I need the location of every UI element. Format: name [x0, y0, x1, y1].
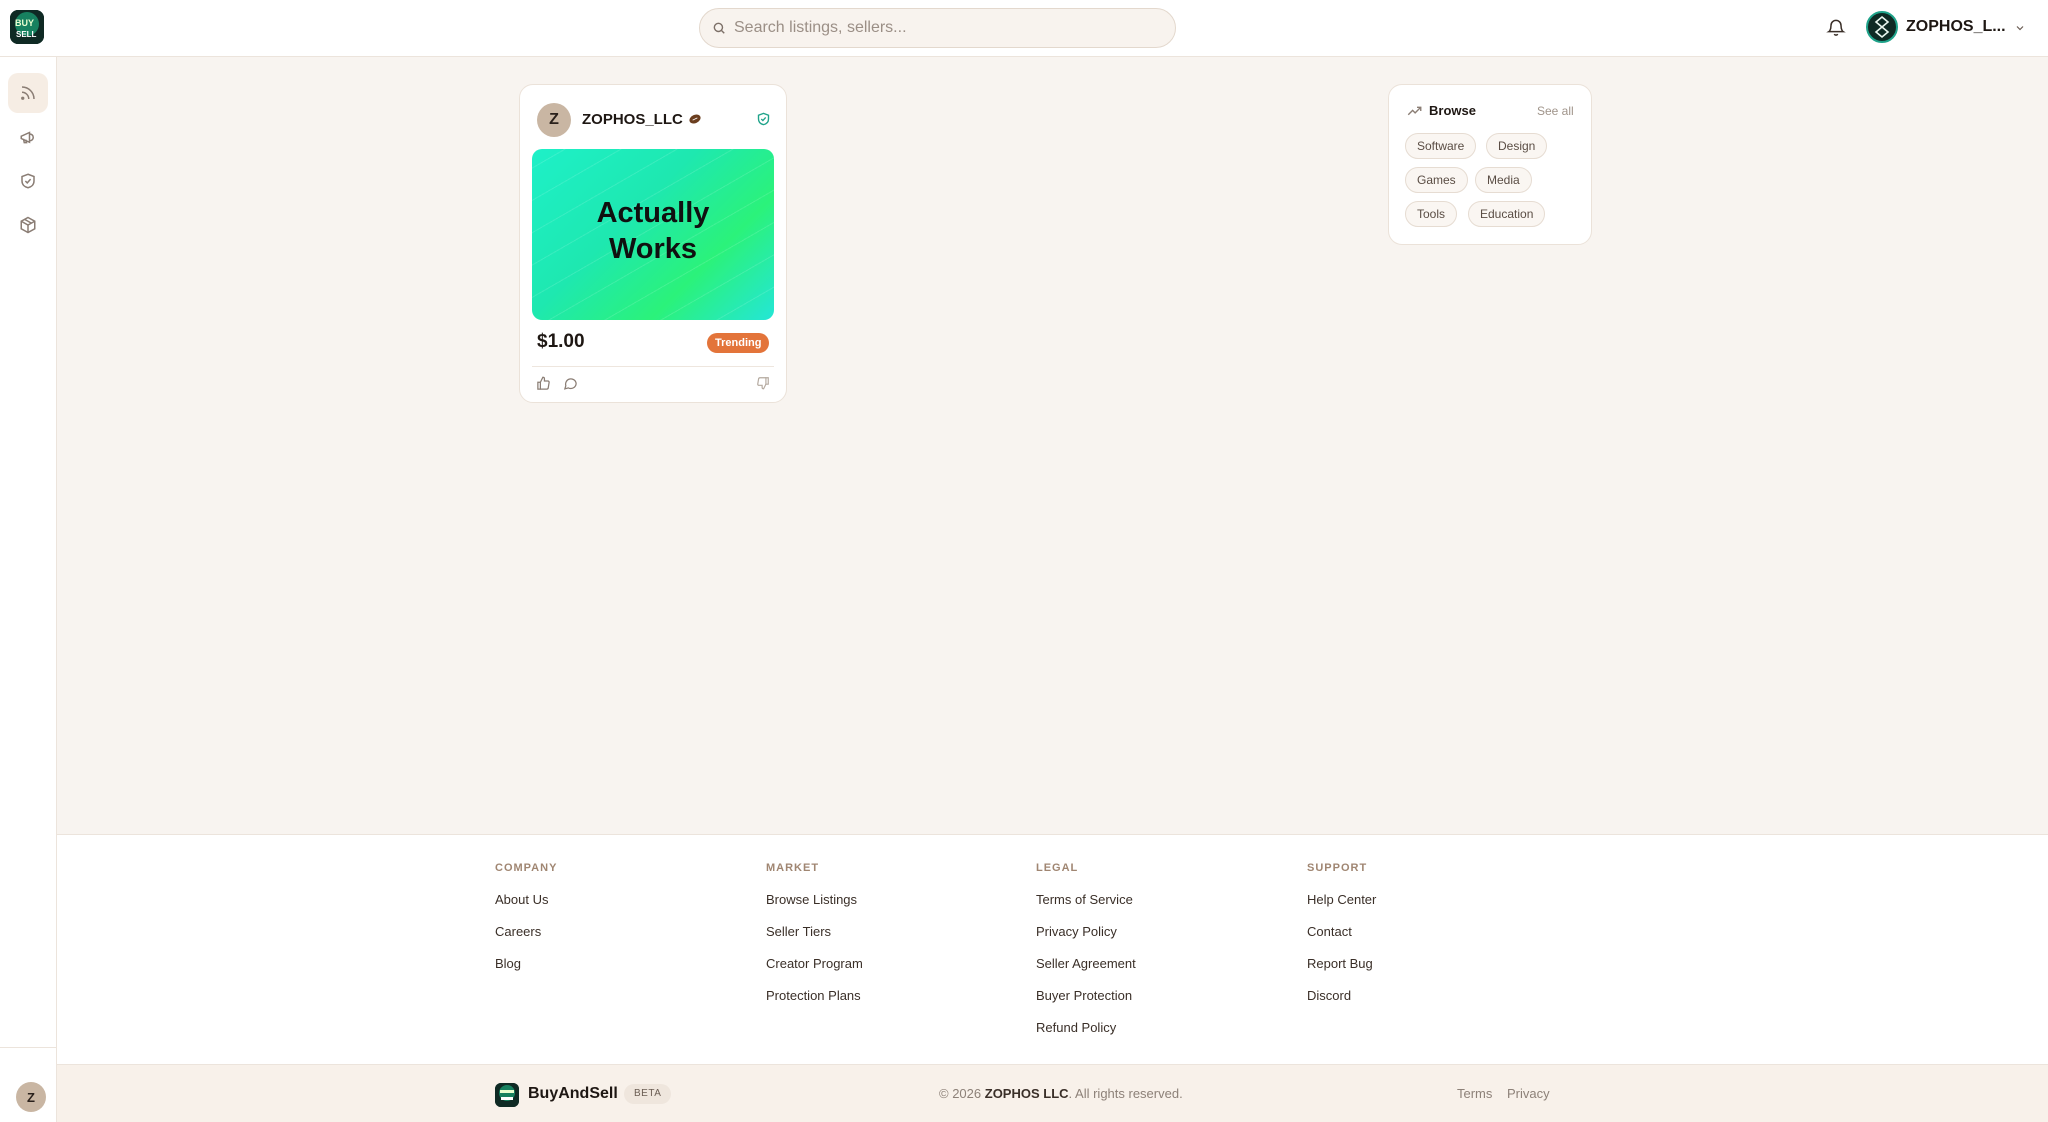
- sidebar: Z: [0, 57, 57, 1122]
- thumbnail-text: Actually Works: [596, 197, 710, 265]
- user-name[interactable]: ZOPHOS_L...: [1906, 18, 2006, 36]
- sidebar-avatar[interactable]: Z: [16, 1082, 46, 1112]
- trending-badge: Trending: [707, 333, 770, 353]
- footer-link-refund-policy[interactable]: Refund Policy: [1036, 1020, 1136, 1052]
- footer-link-careers[interactable]: Careers: [495, 924, 557, 956]
- package-icon: [20, 216, 36, 234]
- trending-up-icon: [1407, 106, 1422, 116]
- footer-link-help-center[interactable]: Help Center: [1307, 892, 1376, 924]
- category-chip-media[interactable]: Media: [1475, 167, 1532, 193]
- thumbs-up-icon[interactable]: [536, 376, 551, 391]
- footer-heading: LEGAL: [1036, 862, 1079, 874]
- svg-text:BUY: BUY: [15, 18, 34, 28]
- sidebar-item-protection[interactable]: [8, 161, 48, 201]
- footer-column-market: MARKET Browse Listings Seller Tiers Crea…: [766, 862, 863, 1020]
- football-badge-icon: [689, 114, 701, 124]
- sidebar-divider: [0, 1047, 57, 1048]
- verified-shield-icon: [757, 112, 770, 126]
- browse-title: Browse: [1429, 103, 1476, 118]
- rss-feed-icon: [21, 86, 35, 100]
- category-chip-tools[interactable]: Tools: [1405, 201, 1458, 227]
- user-avatar[interactable]: [1866, 11, 1898, 43]
- footer-brand[interactable]: BuyAndSell: [528, 1085, 618, 1103]
- browse-widget: Browse See all Software Design Games Med…: [1388, 84, 1592, 245]
- chevron-down-icon[interactable]: [2014, 22, 2026, 34]
- footer-privacy-link[interactable]: Privacy: [1507, 1086, 1550, 1101]
- footer: COMPANY About Us Careers Blog MARKET Bro…: [57, 834, 2048, 1064]
- footer-link-browse-listings[interactable]: Browse Listings: [766, 892, 863, 924]
- footer-link-terms-of-service[interactable]: Terms of Service: [1036, 892, 1136, 924]
- megaphone-icon: [20, 131, 35, 144]
- footer-heading: MARKET: [766, 862, 820, 874]
- footer-link-creator-program[interactable]: Creator Program: [766, 956, 863, 988]
- footer-link-contact[interactable]: Contact: [1307, 924, 1376, 956]
- thumbs-down-icon[interactable]: [756, 376, 770, 390]
- footer-link-blog[interactable]: Blog: [495, 956, 557, 988]
- svg-text:SELL: SELL: [16, 30, 37, 39]
- beta-badge: BETA: [624, 1084, 672, 1104]
- sidebar-item-feed[interactable]: [8, 73, 48, 113]
- listing-thumbnail[interactable]: Actually Works: [532, 149, 774, 320]
- listing-price: $1.00: [537, 331, 585, 352]
- card-divider: [532, 366, 774, 367]
- user-menu[interactable]: ZOPHOS_L...: [1866, 11, 2026, 45]
- category-chip-software[interactable]: Software: [1405, 133, 1477, 159]
- footer-column-legal: LEGAL Terms of Service Privacy Policy Se…: [1036, 862, 1136, 1052]
- footer-link-about-us[interactable]: About Us: [495, 892, 557, 924]
- footer-terms-link[interactable]: Terms: [1457, 1086, 1492, 1101]
- bell-icon[interactable]: [1826, 16, 1846, 38]
- footer-link-report-bug[interactable]: Report Bug: [1307, 956, 1376, 988]
- footer-heading: SUPPORT: [1307, 862, 1368, 874]
- footer-link-protection-plans[interactable]: Protection Plans: [766, 988, 863, 1020]
- copyright-text: © 2026 ZOPHOS LLC. All rights reserved.: [939, 1086, 1183, 1101]
- bottom-bar: BuyAndSell BETA © 2026 ZOPHOS LLC. All r…: [57, 1064, 2048, 1122]
- sidebar-item-announcements[interactable]: [8, 117, 48, 157]
- footer-link-seller-tiers[interactable]: Seller Tiers: [766, 924, 863, 956]
- footer-link-buyer-protection[interactable]: Buyer Protection: [1036, 988, 1136, 1020]
- category-chip-design[interactable]: Design: [1486, 133, 1548, 159]
- footer-heading: COMPANY: [495, 862, 558, 874]
- category-chip-education[interactable]: Education: [1468, 201, 1546, 227]
- comment-icon[interactable]: [563, 376, 578, 391]
- sidebar-item-packages[interactable]: [8, 205, 48, 245]
- seller-avatar[interactable]: Z: [537, 103, 571, 137]
- see-all-link[interactable]: See all: [1537, 104, 1574, 118]
- footer-link-seller-agreement[interactable]: Seller Agreement: [1036, 956, 1136, 988]
- buyandsell-logo-icon[interactable]: [495, 1083, 519, 1107]
- search-input[interactable]: [734, 9, 1164, 47]
- buyandsell-logo-icon[interactable]: BUY SELL: [10, 10, 44, 44]
- category-chip-games[interactable]: Games: [1405, 167, 1468, 193]
- shield-check-icon: [21, 173, 35, 189]
- search-icon: [713, 22, 725, 34]
- footer-column-company: COMPANY About Us Careers Blog: [495, 862, 557, 988]
- footer-column-support: SUPPORT Help Center Contact Report Bug D…: [1307, 862, 1376, 1020]
- footer-link-discord[interactable]: Discord: [1307, 988, 1376, 1020]
- top-header: BUY SELL ZOPHOS_L...: [0, 0, 2048, 57]
- search-bar[interactable]: [699, 8, 1176, 48]
- seller-name[interactable]: ZOPHOS_LLC: [582, 111, 683, 128]
- listing-card[interactable]: Z ZOPHOS_LLC Actually Works $1.00 Trendin…: [519, 84, 787, 403]
- footer-link-privacy-policy[interactable]: Privacy Policy: [1036, 924, 1136, 956]
